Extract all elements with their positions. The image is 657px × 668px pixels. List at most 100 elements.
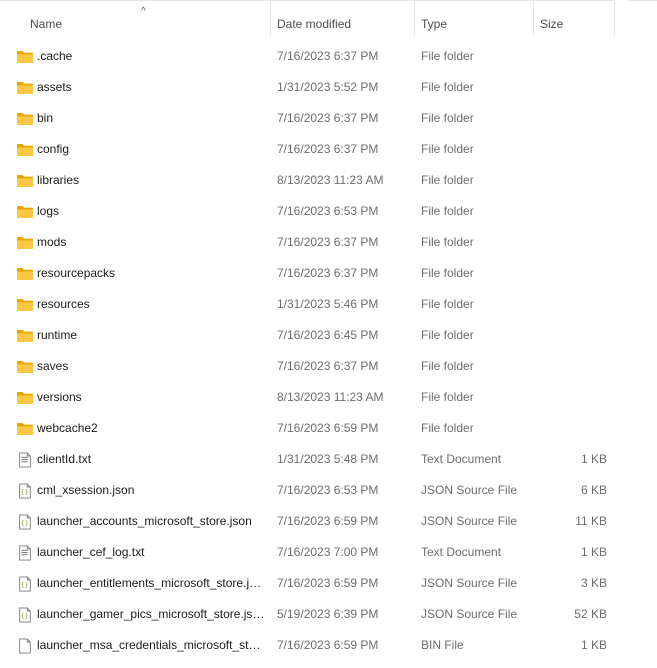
folder-icon: [16, 421, 34, 437]
list-item[interactable]: mods 7/16/2023 6:37 PM File folder: [0, 227, 657, 258]
file-type: BIN File: [421, 638, 464, 652]
folder-icon: [16, 173, 34, 189]
file-type: Text Document: [421, 545, 502, 559]
folder-icon: [16, 204, 34, 220]
svg-text:{}: {}: [21, 582, 29, 589]
file-type: File folder: [421, 111, 474, 125]
date-modified: 7/16/2023 6:53 PM: [277, 483, 379, 497]
file-name: config: [37, 142, 70, 156]
date-modified: 7/16/2023 6:53 PM: [277, 204, 379, 218]
list-item[interactable]: saves 7/16/2023 6:37 PM File folder: [0, 351, 657, 382]
json-file-icon: {}: [16, 607, 34, 623]
folder-icon: [16, 111, 34, 127]
file-type: File folder: [421, 204, 474, 218]
file-type: File folder: [421, 80, 474, 94]
date-modified: 7/16/2023 6:59 PM: [277, 421, 379, 435]
file-type: File folder: [421, 173, 474, 187]
file-size: 3 KB: [580, 576, 607, 590]
text-file-icon: [16, 452, 34, 468]
list-item[interactable]: libraries 8/13/2023 11:23 AM File folder: [0, 165, 657, 196]
list-item[interactable]: webcache2 7/16/2023 6:59 PM File folder: [0, 413, 657, 444]
bin-file-icon: [16, 638, 34, 654]
svg-text:{}: {}: [21, 520, 29, 527]
file-type: JSON Source File: [421, 514, 518, 528]
file-name: resourcepacks: [37, 266, 116, 280]
date-modified: 7/16/2023 6:37 PM: [277, 111, 379, 125]
list-item[interactable]: assets 1/31/2023 5:52 PM File folder: [0, 72, 657, 103]
list-item[interactable]: resources 1/31/2023 5:46 PM File folder: [0, 289, 657, 320]
list-item[interactable]: {} launcher_entitlements_microsoft_store.…: [0, 568, 657, 599]
file-size: 11 KB: [575, 514, 607, 528]
list-item[interactable]: {} cml_xsession.json 7/16/2023 6:53 PM JSON…: [0, 475, 657, 506]
file-name: .cache: [37, 49, 73, 63]
date-modified: 1/31/2023 5:46 PM: [277, 297, 379, 311]
file-type: JSON Source File: [421, 576, 518, 590]
file-name: logs: [37, 204, 60, 218]
folder-icon: [16, 328, 34, 344]
list-item[interactable]: bin 7/16/2023 6:37 PM File folder: [0, 103, 657, 134]
date-modified: 7/16/2023 6:37 PM: [277, 359, 379, 373]
date-modified: 5/19/2023 6:39 PM: [277, 607, 379, 621]
file-type: File folder: [421, 266, 474, 280]
folder-icon: [16, 297, 34, 313]
file-type: File folder: [421, 390, 474, 404]
file-name: launcher_accounts_microsoft_store.json: [37, 514, 252, 528]
folder-icon: [16, 49, 34, 65]
date-modified: 7/16/2023 6:59 PM: [277, 514, 379, 528]
list-item[interactable]: clientId.txt 1/31/2023 5:48 PM Text Docume…: [0, 444, 657, 475]
date-modified: 7/16/2023 7:00 PM: [277, 545, 379, 559]
svg-text:{}: {}: [21, 489, 29, 496]
text-file-icon: [16, 545, 34, 561]
file-name: launcher_cef_log.txt: [37, 545, 145, 559]
file-name: libraries: [37, 173, 80, 187]
file-type: Text Document: [421, 452, 502, 466]
file-name: versions: [37, 390, 82, 404]
file-name: resources: [37, 297, 90, 311]
list-item[interactable]: {} launcher_accounts_microsoft_store.json…: [0, 506, 657, 537]
list-item[interactable]: launcher_msa_credentials_microsoft_stor.…: [0, 630, 657, 661]
file-name: clientId.txt: [37, 452, 92, 466]
file-type: File folder: [421, 421, 474, 435]
date-modified: 1/31/2023 5:48 PM: [277, 452, 379, 466]
column-divider[interactable]: [614, 0, 615, 36]
date-modified: 7/16/2023 6:59 PM: [277, 638, 379, 652]
file-type: File folder: [421, 142, 474, 156]
folder-icon: [16, 359, 34, 375]
file-name: saves: [37, 359, 69, 373]
file-type: JSON Source File: [421, 483, 518, 497]
json-file-icon: {}: [16, 514, 34, 530]
file-size: 1 KB: [580, 545, 607, 559]
json-file-icon: {}: [16, 483, 34, 499]
folder-icon: [16, 390, 34, 406]
list-item[interactable]: resourcepacks 7/16/2023 6:37 PM File folde…: [0, 258, 657, 289]
list-item[interactable]: .cache 7/16/2023 6:37 PM File folder: [0, 41, 657, 72]
file-name: launcher_gamer_pics_microsoft_store.json: [37, 607, 265, 621]
folder-icon: [16, 235, 34, 251]
file-type: JSON Source File: [421, 607, 518, 621]
file-name: runtime: [37, 328, 78, 342]
json-file-icon: {}: [16, 576, 34, 592]
file-type: File folder: [421, 328, 474, 342]
file-name: launcher_entitlements_microsoft_store.js…: [37, 576, 265, 590]
folder-icon: [16, 266, 34, 282]
date-modified: 7/16/2023 6:59 PM: [277, 576, 379, 590]
file-type: File folder: [421, 49, 474, 63]
date-modified: 8/13/2023 11:23 AM: [277, 173, 384, 187]
list-item[interactable]: logs 7/16/2023 6:53 PM File folder: [0, 196, 657, 227]
list-item[interactable]: config 7/16/2023 6:37 PM File folder: [0, 134, 657, 165]
date-modified: 8/13/2023 11:23 AM: [277, 390, 384, 404]
list-item[interactable]: versions 8/13/2023 11:23 AM File folder: [0, 382, 657, 413]
file-size: 52 KB: [574, 607, 607, 621]
list-item[interactable]: launcher_cef_log.txt 7/16/2023 7:00 PM Tex…: [0, 537, 657, 568]
file-size: 6 KB: [580, 483, 607, 497]
list-item[interactable]: {} launcher_gamer_pics_microsoft_store.js…: [0, 599, 657, 630]
folder-icon: [16, 80, 34, 96]
date-modified: 7/16/2023 6:37 PM: [277, 235, 379, 249]
file-type: File folder: [421, 359, 474, 373]
file-size: 1 KB: [580, 638, 607, 652]
file-size: 1 KB: [580, 452, 607, 466]
list-item[interactable]: runtime 7/16/2023 6:45 PM File folder: [0, 320, 657, 351]
date-modified: 7/16/2023 6:37 PM: [277, 49, 379, 63]
file-name: assets: [37, 80, 72, 94]
file-type: File folder: [421, 235, 474, 249]
